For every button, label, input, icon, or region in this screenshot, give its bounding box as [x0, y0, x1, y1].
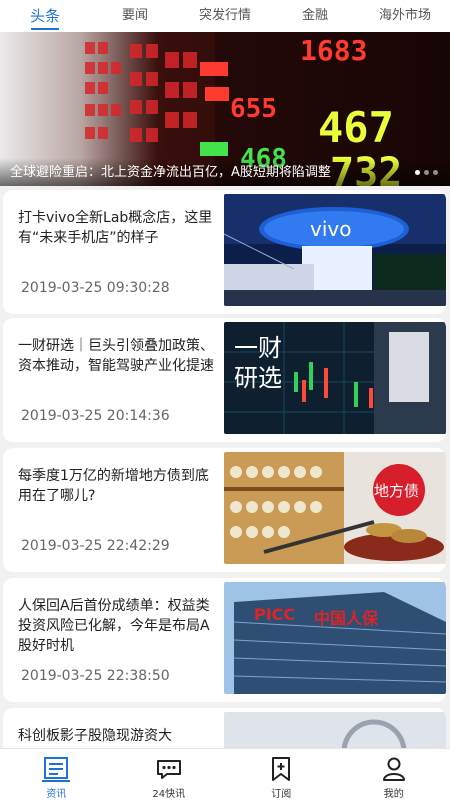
news-icon: [42, 755, 71, 783]
nav-label: 资讯: [46, 789, 67, 800]
nav-profile[interactable]: 我的: [338, 749, 450, 800]
nav-label: 我的: [383, 789, 404, 800]
thumb-text-2: 研选: [234, 364, 282, 392]
nav-label: 24快讯: [152, 789, 186, 800]
thumb-text-1: 一财: [234, 334, 282, 362]
news-thumbnail: 一财 研选: [224, 322, 446, 434]
news-time: 2019-03-25 09:30:28: [21, 280, 170, 296]
thumb-text: 地方债: [374, 482, 419, 500]
banner-caption[interactable]: 全球避险重启：北上资金净流出百亿，A股短期将陷调整: [10, 161, 331, 180]
vivo-logo-text: vivo: [310, 217, 351, 241]
news-card[interactable]: 每季度1万亿的新增地方债到底用在了哪儿? 2019-03-25 22:42:29: [3, 448, 446, 572]
user-icon: [380, 755, 408, 783]
news-card[interactable]: 人保回A后首份成绩单：权益类投资风险已化解，今年是布局A股好时机 2019-03…: [3, 578, 446, 702]
tab-breaking-market[interactable]: 突发行情: [180, 0, 270, 32]
banner-caption-bar: 全球避险重启：北上资金净流出百亿，A股短期将陷调整: [0, 158, 450, 186]
news-thumbnail: PICC 中国人保: [224, 582, 446, 694]
news-feed: 打卡vivo全新Lab概念店，这里有“未来手机店”的样子 2019-03-25 …: [0, 190, 450, 748]
nav-label: 订阅: [271, 789, 292, 800]
news-thumbnail: 地方债: [224, 452, 446, 564]
tab-overseas-market[interactable]: 海外市场: [360, 0, 450, 32]
news-thumbnail: vivo: [224, 194, 446, 306]
board-number-2: 467: [318, 103, 394, 152]
news-card[interactable]: 一财研选｜巨头引领叠加政策、资本推动，智能驾驶产业化提速 2019-03-25 …: [3, 318, 446, 442]
nav-flash[interactable]: 24快讯: [113, 749, 226, 800]
carousel-dot[interactable]: [433, 170, 438, 175]
news-thumbnail: [224, 712, 446, 748]
news-card[interactable]: 科创板影子股隐现游资大: [3, 708, 446, 748]
news-title: 打卡vivo全新Lab概念店，这里有“未来手机店”的样子: [18, 210, 213, 246]
news-time: 2019-03-25 20:14:36: [21, 408, 170, 424]
chat-bubble-icon: [155, 755, 183, 783]
thumb-text-1: PICC: [254, 605, 295, 624]
news-time: 2019-03-25 22:38:50: [21, 668, 170, 684]
nav-news[interactable]: 资讯: [0, 749, 113, 800]
nav-subscribe[interactable]: 订阅: [225, 749, 338, 800]
news-title: 一财研选｜巨头引领叠加政策、资本推动，智能驾驶产业化提速: [18, 338, 214, 374]
board-number-1: 1683: [300, 34, 367, 67]
news-title: 每季度1万亿的新增地方债到底用在了哪儿?: [18, 468, 209, 504]
bottom-nav-bar: 资讯 24快讯 订阅 我的: [0, 748, 450, 800]
tab-important-news[interactable]: 要闻: [90, 0, 180, 32]
bookmark-plus-icon: [267, 755, 295, 783]
news-time: 2019-03-25 22:42:29: [21, 538, 170, 554]
app-screen: 头条 要闻 突发行情 金融 海外市场 1683 655 467 全球避险重启：北…: [0, 0, 450, 800]
board-number-5: 655: [230, 94, 277, 124]
carousel-indicator: [415, 170, 438, 175]
banner-carousel[interactable]: 1683 655 467 468 732 全球避险重启：北上资金净流出百亿，A股…: [0, 32, 450, 186]
news-title: 人保回A后首份成绩单：权益类投资风险已化解，今年是布局A股好时机: [18, 598, 210, 654]
news-title: 科创板影子股隐现游资大: [18, 728, 172, 744]
tab-headlines[interactable]: 头条: [0, 0, 90, 32]
carousel-dot[interactable]: [415, 170, 420, 175]
top-tab-bar: 头条 要闻 突发行情 金融 海外市场: [0, 0, 450, 32]
carousel-dot[interactable]: [424, 170, 429, 175]
thumb-text-2: 中国人保: [314, 609, 379, 628]
news-card[interactable]: 打卡vivo全新Lab概念店，这里有“未来手机店”的样子 2019-03-25 …: [3, 190, 446, 314]
tab-finance[interactable]: 金融: [270, 0, 360, 32]
